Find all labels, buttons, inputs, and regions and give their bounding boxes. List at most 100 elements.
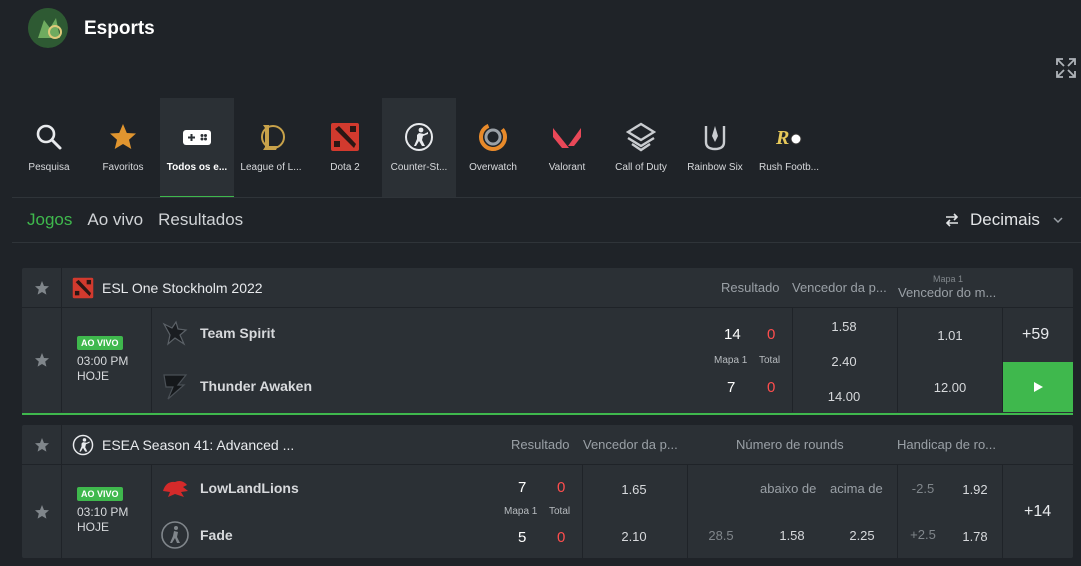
category-label: League of L...: [240, 162, 302, 173]
under-label: abaixo de: [760, 481, 817, 496]
category-overwatch[interactable]: Overwatch: [456, 98, 530, 198]
category-call-of-duty[interactable]: Call of Duty: [604, 98, 678, 198]
live-indicator-line: [22, 413, 1073, 415]
category-label: Call of Duty: [615, 162, 667, 173]
column-header-winner: Vencedor da p...: [792, 280, 887, 295]
tabs: Jogos Ao vivo Resultados: [27, 210, 243, 230]
fullscreen-expand-icon[interactable]: [1054, 56, 1078, 80]
favorite-league-button[interactable]: [22, 425, 62, 465]
handicap-line-team2: +2.5: [910, 527, 936, 542]
sport-category-bar: Pesquisa Favoritos Todos os e... League …: [12, 98, 826, 198]
team2-map-score: 7: [727, 379, 736, 396]
tab-live[interactable]: Ao vivo: [87, 210, 143, 230]
event-time-cell: AO VIVO 03:10 PM HOJE: [62, 465, 152, 558]
divider: [12, 242, 1081, 243]
over-label: acima de: [830, 481, 883, 496]
category-label: Counter-St...: [390, 162, 448, 173]
odd-handicap-team1[interactable]: 1.92: [955, 482, 995, 497]
event-card-header: ESEA Season 41: Advanced ... Resultado V…: [22, 425, 1073, 465]
column-header-map-winner: Vencedor do m...: [898, 285, 997, 300]
category-rush-football[interactable]: R Rush Footb...: [752, 98, 826, 198]
handicap-line-team1: -2.5: [911, 481, 935, 496]
odd-team1-win[interactable]: 1.65: [612, 482, 656, 497]
map-label: Mapa 1: [504, 506, 538, 517]
dota2-icon: [330, 122, 360, 152]
team-row[interactable]: LowLandLions: [160, 473, 299, 503]
category-label: Favoritos: [102, 162, 144, 173]
overwatch-icon: [478, 122, 508, 152]
category-favorites[interactable]: Favoritos: [86, 98, 160, 198]
category-label: Valorant: [548, 162, 586, 173]
column-header-rounds: Número de rounds: [736, 437, 844, 452]
category-counter-strike[interactable]: Counter-St...: [382, 98, 456, 198]
team-spirit-logo-icon: [160, 318, 190, 348]
map-label: Mapa 1: [714, 355, 748, 366]
favorite-event-button[interactable]: [22, 465, 62, 558]
column-header-result: Resultado: [721, 280, 780, 295]
league-name: ESEA Season 41: Advanced ...: [102, 437, 295, 453]
odd-team2-win[interactable]: 14.00: [822, 389, 866, 404]
favorite-event-button[interactable]: [22, 308, 62, 412]
rush-football-icon: R: [774, 122, 804, 152]
team-name: LowLandLions: [200, 480, 299, 496]
odd-handicap-team2[interactable]: 1.78: [955, 529, 995, 544]
star-icon: [34, 353, 49, 367]
category-valorant[interactable]: Valorant: [530, 98, 604, 198]
rainbow-six-icon: [700, 122, 730, 152]
odd-team1-win[interactable]: 1.58: [822, 319, 866, 334]
live-stream-button[interactable]: [1003, 362, 1073, 412]
category-label: Overwatch: [469, 162, 517, 173]
category-label: Todos os e...: [166, 162, 228, 173]
category-dota2[interactable]: Dota 2: [308, 98, 382, 198]
thunder-awaken-logo-icon: [160, 371, 190, 401]
column-divider: [687, 465, 688, 558]
event-time-value: 03:00 PM: [77, 354, 129, 368]
league-name: ESL One Stockholm 2022: [102, 280, 263, 296]
category-search[interactable]: Pesquisa: [12, 98, 86, 198]
column-divider: [582, 465, 583, 558]
counter-strike-icon: [72, 434, 94, 456]
call-of-duty-icon: [626, 122, 656, 152]
team-name: Team Spirit: [200, 325, 276, 341]
odd-map-team2[interactable]: 12.00: [928, 380, 972, 395]
odd-team2-win[interactable]: 2.10: [612, 529, 656, 544]
total-label: Total: [549, 506, 571, 517]
odd-map-team1[interactable]: 1.01: [928, 328, 972, 343]
category-league-of-legends[interactable]: League of L...: [234, 98, 308, 198]
page-title: Esports: [84, 18, 155, 39]
category-label: Dota 2: [330, 162, 360, 173]
more-markets-button[interactable]: +14: [1024, 503, 1051, 521]
odds-format-dropdown[interactable]: Decimais: [944, 210, 1064, 230]
favorite-league-button[interactable]: [22, 268, 62, 308]
chevron-down-icon: [1053, 217, 1063, 224]
tab-results[interactable]: Resultados: [158, 210, 243, 230]
category-rainbow-six[interactable]: Rainbow Six: [678, 98, 752, 198]
event-time: 03:00 PM HOJE: [77, 354, 128, 384]
event-time-value: 03:10 PM: [77, 505, 129, 519]
team-row[interactable]: Team Spirit: [160, 318, 275, 348]
event-card: ESL One Stockholm 2022 Resultado Vencedo…: [22, 268, 1073, 415]
event-time: 03:10 PM HOJE: [77, 505, 128, 535]
esports-logo-icon: [28, 8, 68, 48]
play-icon: [1034, 382, 1043, 392]
lowlandlions-logo-icon: [160, 473, 190, 503]
team2-total-score: 0: [557, 529, 566, 546]
category-all-esports[interactable]: Todos os e...: [160, 98, 234, 198]
league-of-legends-icon: [256, 122, 286, 152]
counter-strike-icon: [404, 122, 434, 152]
star-icon: [34, 438, 49, 452]
team-row[interactable]: Fade: [160, 520, 233, 550]
team1-total-score: 0: [767, 326, 776, 343]
odd-rounds-over[interactable]: 2.25: [842, 528, 882, 543]
column-divider: [792, 308, 793, 412]
live-badge: AO VIVO: [77, 336, 123, 350]
team2-map-score: 5: [518, 529, 527, 546]
team-row[interactable]: Thunder Awaken: [160, 371, 312, 401]
odd-draw[interactable]: 2.40: [822, 354, 866, 369]
odd-rounds-under[interactable]: 1.58: [772, 528, 812, 543]
more-markets-button[interactable]: +59: [1022, 326, 1049, 344]
event-time-cell: AO VIVO 03:00 PM HOJE: [62, 308, 152, 412]
rounds-line: 28.5: [708, 528, 734, 543]
tab-games[interactable]: Jogos: [27, 210, 72, 230]
dota2-icon: [72, 277, 94, 299]
